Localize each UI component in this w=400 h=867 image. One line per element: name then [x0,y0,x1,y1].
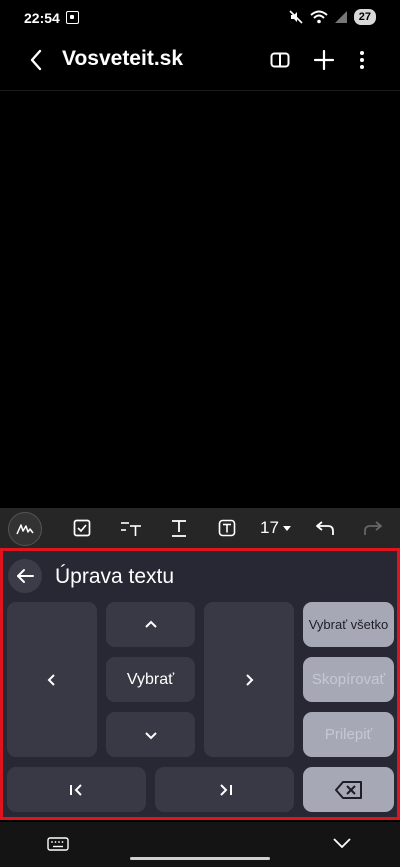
cursor-right-key[interactable] [204,602,294,757]
line-start-key[interactable] [7,767,146,812]
line-end-key[interactable] [155,767,294,812]
text-style-button[interactable] [118,514,144,542]
handwriting-icon [16,524,34,535]
text-box-icon [218,519,236,537]
caret-down-icon [282,526,291,531]
paste-button[interactable]: Prilepiť [303,712,394,757]
redo-icon [364,521,382,535]
text-underline-icon [172,520,186,537]
plus-icon [314,50,334,70]
redo-button[interactable] [360,514,386,542]
select-key[interactable]: Vybrať [106,657,195,702]
font-size-value: 17 [260,518,279,537]
line-start-icon [69,783,82,796]
status-bar: 22:54 27 [0,0,400,36]
text-edit-panel: Úprava textu Vybrať Vybrať všetko Skopír… [0,548,400,820]
cursor-left-key[interactable] [7,602,97,757]
undo-icon [316,521,334,535]
add-button[interactable] [310,46,338,74]
backspace-key[interactable] [303,767,394,812]
pen-button[interactable] [8,512,42,546]
status-icons: 27 [288,9,376,25]
keyboard-switch-button[interactable] [44,834,72,854]
battery-level: 27 [353,9,376,25]
line-end-icon [219,783,232,796]
text-format-icon [121,522,141,536]
wifi-icon [310,10,328,24]
chevron-down-icon [144,731,157,739]
panel-back-button[interactable] [8,559,42,593]
copy-button[interactable]: Skopírovať [303,657,394,702]
more-options-button[interactable] [348,46,376,74]
page-title: Vosveteit.sk [62,47,184,70]
bottom-bar [0,822,400,867]
chevron-down-icon [333,838,351,848]
back-button[interactable] [22,46,50,74]
signal-icon [334,11,347,23]
text-box-button[interactable] [216,514,238,542]
keyboard-icon [47,837,69,851]
chevron-up-icon [144,620,157,628]
screen-record-icon [66,11,79,24]
chevron-left-icon [47,673,55,686]
underline-button[interactable] [168,514,190,542]
book-view-button[interactable] [266,46,294,74]
panel-title: Úprava textu [55,565,175,588]
cursor-down-key[interactable] [106,712,195,757]
chevron-left-icon [30,49,42,71]
checkbox-icon [73,519,91,537]
arrow-left-icon [17,569,34,583]
status-time: 22:54 [24,10,60,26]
mute-icon [289,10,303,24]
home-indicator[interactable] [130,857,270,860]
more-vertical-icon [360,51,364,69]
note-canvas[interactable] [0,91,400,508]
chevron-right-icon [246,673,254,686]
undo-button[interactable] [312,514,338,542]
app-bar: Vosveteit.sk [0,38,400,82]
cursor-up-key[interactable] [106,602,195,647]
hide-keyboard-button[interactable] [328,832,356,854]
font-size-button[interactable]: 17 [258,514,294,542]
select-all-button[interactable]: Vybrať všetko [303,602,394,647]
backspace-icon [334,780,362,799]
checkbox-button[interactable] [70,514,94,542]
editor-toolbar: 17 [0,508,400,548]
book-icon [270,52,290,68]
